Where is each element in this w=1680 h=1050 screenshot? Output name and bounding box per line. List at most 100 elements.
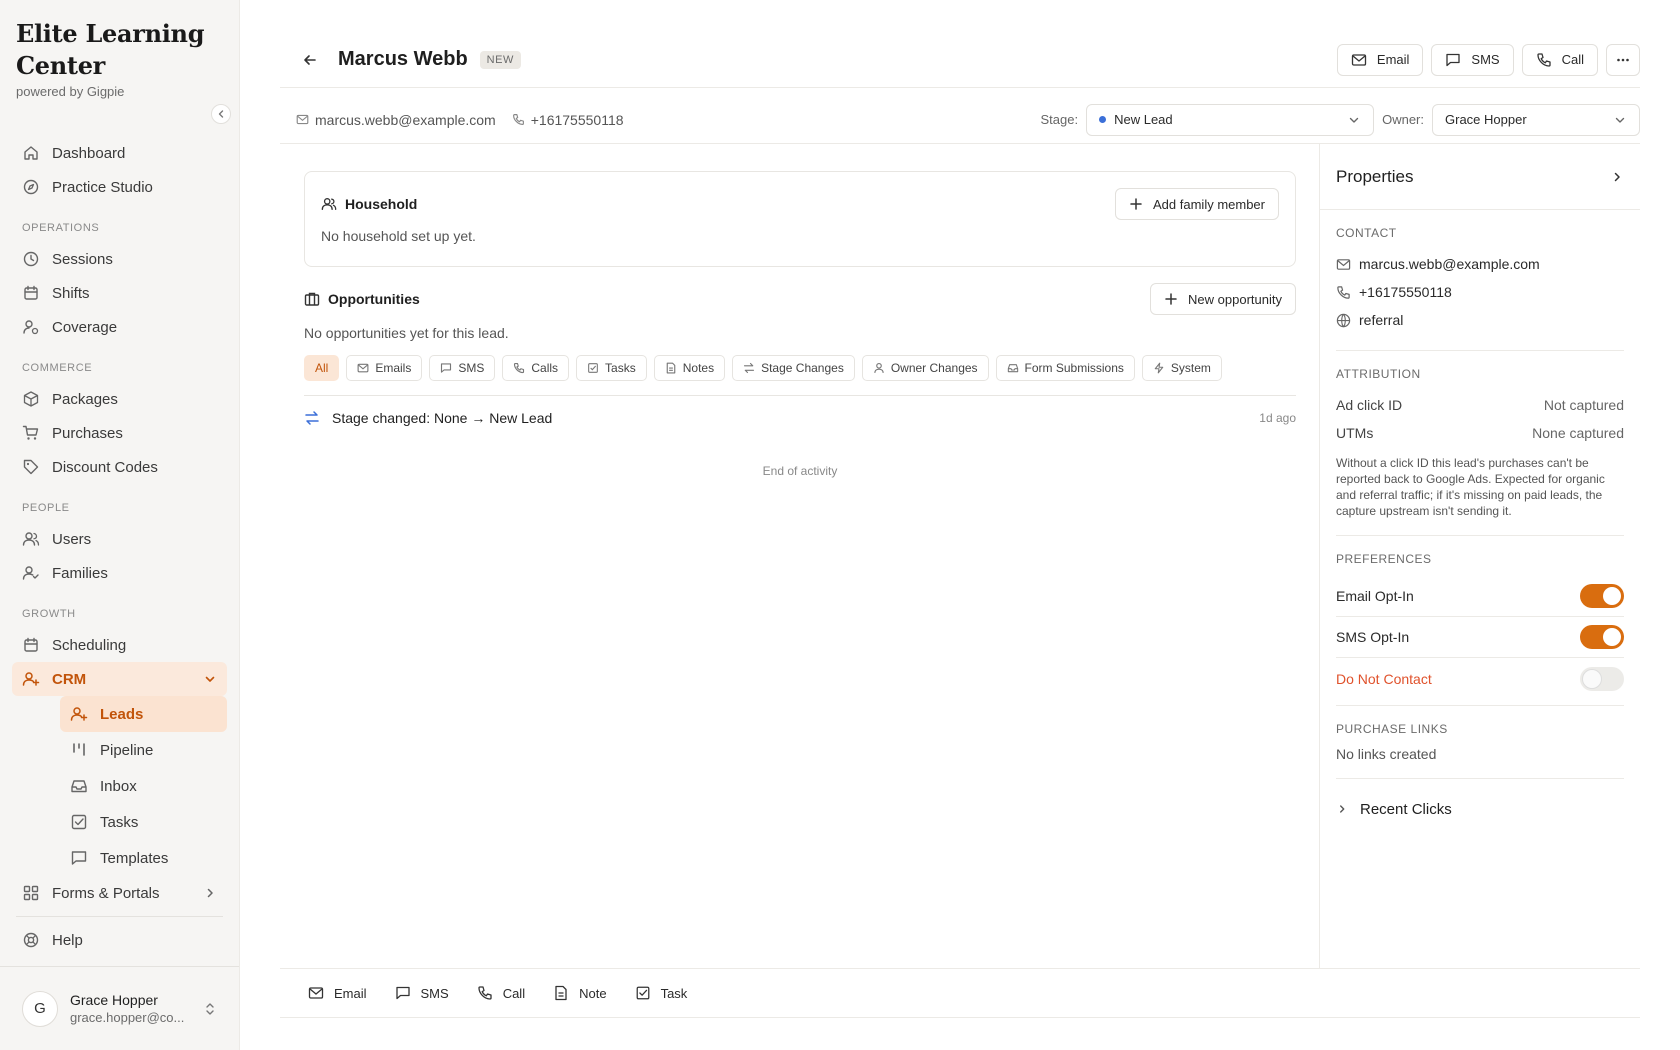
household-title-text: Household <box>345 196 418 212</box>
compose-email-button[interactable]: Email <box>308 985 367 1001</box>
grid-icon <box>22 884 40 902</box>
compose-note-label: Note <box>579 985 607 1001</box>
sms-button[interactable]: SMS <box>1431 43 1514 76</box>
sidebar-item-pipeline[interactable]: Pipeline <box>60 732 227 768</box>
sidebar-item-coverage[interactable]: Coverage <box>12 310 227 344</box>
filter-notes[interactable]: Notes <box>653 355 726 381</box>
compose-email-label: Email <box>334 985 367 1001</box>
sidebar-item-forms-portals[interactable]: Forms & Portals <box>12 876 227 910</box>
filter-stage-changes[interactable]: Stage Changes <box>732 355 855 381</box>
sidebar-item-sessions[interactable]: Sessions <box>12 242 227 276</box>
sidebar-item-templates[interactable]: Templates <box>60 840 227 876</box>
sidebar-item-purchases[interactable]: Purchases <box>12 416 227 450</box>
users-icon <box>321 196 337 212</box>
sidebar-item-label: Forms & Portals <box>52 884 160 902</box>
user-menu[interactable]: G Grace Hopper grace.hopper@co... <box>0 966 239 1050</box>
compose-sms-label: SMS <box>420 985 449 1001</box>
user-email: grace.hopper@co... <box>70 1010 185 1025</box>
user-name: Grace Hopper <box>70 992 158 1008</box>
cart-icon <box>22 424 40 442</box>
mail-icon <box>1336 257 1351 272</box>
sidebar-item-users[interactable]: Users <box>12 522 227 556</box>
owner-select[interactable]: Grace Hopper <box>1432 103 1640 136</box>
more-options-button[interactable] <box>1606 43 1640 76</box>
email-opt-in-toggle[interactable] <box>1580 584 1624 608</box>
sidebar-item-label: Templates <box>100 849 169 867</box>
message-square-icon <box>395 985 411 1001</box>
filter-all[interactable]: All <box>304 355 340 381</box>
do-not-contact-row: Do Not Contact <box>1336 658 1624 699</box>
properties-header[interactable]: Properties <box>1320 144 1640 210</box>
chevron-down-icon <box>1613 113 1627 127</box>
utms-row: UTMs None captured <box>1336 419 1624 447</box>
sms-opt-in-toggle[interactable] <box>1580 625 1624 649</box>
filter-owner-changes[interactable]: Owner Changes <box>861 355 989 381</box>
compose-call-button[interactable]: Call <box>477 985 525 1001</box>
compose-note-button[interactable]: Note <box>553 985 607 1001</box>
utms-value: None captured <box>1532 425 1624 441</box>
property-phone[interactable]: +16175550118 <box>1336 278 1624 306</box>
quick-actions-bar: Email SMS Call Note Task <box>280 968 1640 1018</box>
sidebar-item-tasks[interactable]: Tasks <box>60 804 227 840</box>
sidebar-item-help[interactable]: Help <box>12 923 227 957</box>
filter-calls[interactable]: Calls <box>502 355 570 381</box>
sidebar-item-practice-studio[interactable]: Practice Studio <box>12 170 227 204</box>
arrows-swap-icon <box>304 410 320 426</box>
property-email[interactable]: marcus.webb@example.com <box>1336 250 1624 278</box>
attribution-note: Without a click ID this lead's purchases… <box>1336 456 1605 518</box>
compose-sms-button[interactable]: SMS <box>395 985 449 1001</box>
compose-task-button[interactable]: Task <box>635 985 687 1001</box>
package-icon <box>22 390 40 408</box>
phone-icon <box>477 985 493 1001</box>
sidebar: Elite Learning Center powered by Gigpie … <box>0 0 240 1050</box>
email-opt-in-row: Email Opt-In <box>1336 576 1624 617</box>
user-icon <box>873 362 885 374</box>
email-button[interactable]: Email <box>1336 43 1424 76</box>
sidebar-item-label: Shifts <box>52 284 90 302</box>
collapse-sidebar-button[interactable] <box>211 104 231 124</box>
back-button[interactable] <box>296 46 324 74</box>
activity-filters: All Emails SMS Calls Tasks Notes Stage C… <box>304 355 1296 381</box>
sidebar-item-leads[interactable]: Leads <box>60 696 227 732</box>
sidebar-item-discount-codes[interactable]: Discount Codes <box>12 450 227 484</box>
ad-click-id-value: Not captured <box>1543 397 1624 413</box>
do-not-contact-toggle[interactable] <box>1580 666 1624 691</box>
phone-icon <box>512 113 525 126</box>
property-source-text: referral <box>1359 312 1404 328</box>
sidebar-item-dashboard[interactable]: Dashboard <box>12 136 227 170</box>
filter-tasks[interactable]: Tasks <box>576 355 647 381</box>
stage-select[interactable]: New Lead <box>1086 103 1375 136</box>
chevron-right-icon <box>1336 803 1348 815</box>
new-opportunity-button[interactable]: New opportunity <box>1150 283 1296 315</box>
mail-icon <box>296 113 309 126</box>
sidebar-item-crm[interactable]: CRM <box>12 662 227 696</box>
contact-email[interactable]: marcus.webb@example.com <box>296 112 496 128</box>
sidebar-item-packages[interactable]: Packages <box>12 382 227 416</box>
checkbox-icon <box>635 985 651 1001</box>
sidebar-item-label: Families <box>52 564 108 582</box>
recent-clicks-toggle[interactable]: Recent Clicks <box>1336 779 1624 839</box>
checkbox-icon <box>587 362 599 374</box>
add-family-member-button[interactable]: Add family member <box>1115 188 1279 220</box>
sidebar-item-scheduling[interactable]: Scheduling <box>12 628 227 662</box>
chevron-down-icon <box>203 672 217 686</box>
email-button-label: Email <box>1376 52 1410 67</box>
end-of-activity: End of activity <box>762 464 838 478</box>
sidebar-item-shifts[interactable]: Shifts <box>12 276 227 310</box>
sidebar-item-families[interactable]: Families <box>12 556 227 590</box>
inbox-icon <box>70 777 88 795</box>
filter-form-submissions[interactable]: Form Submissions <box>995 355 1135 381</box>
sidebar-item-inbox[interactable]: Inbox <box>60 768 227 804</box>
filter-sms[interactable]: SMS <box>429 355 496 381</box>
phone-icon <box>513 362 525 374</box>
call-button[interactable]: Call <box>1521 43 1598 76</box>
mail-icon <box>357 362 369 374</box>
stage-value: New Lead <box>1114 112 1173 127</box>
filter-system[interactable]: System <box>1141 355 1222 381</box>
sidebar-item-label: Sessions <box>52 250 113 268</box>
contact-phone[interactable]: +16175550118 <box>512 112 624 128</box>
filter-emails[interactable]: Emails <box>346 355 423 381</box>
household-card: Household Add family member No household… <box>304 171 1296 267</box>
sidebar-item-label: Scheduling <box>52 636 127 654</box>
section-label-operations: OPERATIONS <box>22 222 100 234</box>
